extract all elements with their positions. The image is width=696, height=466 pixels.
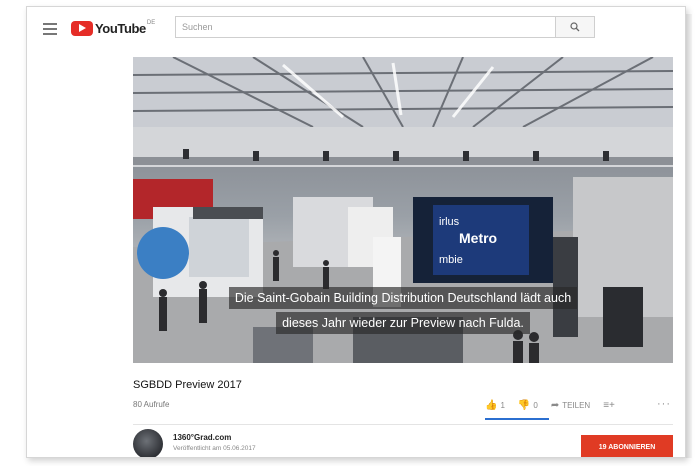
save-button[interactable]: ≡+ bbox=[603, 400, 618, 411]
like-ratio-fill bbox=[485, 418, 549, 420]
youtube-play-icon bbox=[71, 20, 93, 36]
channel-name[interactable]: 1360°Grad.com bbox=[173, 433, 231, 442]
subscribe-button[interactable]: 19 ABONNIEREN bbox=[581, 435, 673, 457]
video-actions: 👍 1 👎 0 ➦ TEILEN ≡+ bbox=[485, 400, 631, 411]
publish-date: Veröffentlicht am 05.06.2017 bbox=[173, 445, 256, 452]
share-button[interactable]: ➦ TEILEN bbox=[551, 400, 590, 411]
share-label: TEILEN bbox=[562, 401, 591, 410]
logo-region: DE bbox=[146, 20, 156, 26]
divider bbox=[133, 424, 673, 425]
scene-sign-line3: mbie bbox=[439, 254, 463, 266]
video-title: SGBDD Preview 2017 bbox=[133, 379, 242, 391]
like-button[interactable]: 👍 1 bbox=[485, 400, 505, 411]
channel-avatar[interactable] bbox=[133, 429, 163, 457]
scene-sign-line1: irlus bbox=[439, 216, 460, 228]
share-arrow-icon: ➦ bbox=[550, 400, 560, 411]
search-input[interactable] bbox=[175, 16, 555, 38]
caption-line-2: dieses Jahr wieder zur Preview nach Fuld… bbox=[276, 312, 530, 334]
browser-frame: YouTube DE Suchen irlus Metro mbie Die S… bbox=[26, 6, 686, 458]
dislike-button[interactable]: 👎 0 bbox=[518, 400, 538, 411]
add-to-playlist-icon: ≡+ bbox=[603, 400, 615, 411]
video-player[interactable]: irlus Metro mbie Die Saint-Gobain Buildi… bbox=[133, 57, 673, 363]
logo-text: YouTube bbox=[95, 20, 146, 36]
page-edge-shadow bbox=[686, 14, 692, 458]
like-count: 1 bbox=[500, 401, 505, 410]
view-count: 80 Aufrufe bbox=[133, 400, 170, 409]
caption-line-1: Die Saint-Gobain Building Distribution D… bbox=[228, 287, 578, 309]
search-button[interactable] bbox=[555, 16, 595, 38]
like-ratio-bar bbox=[485, 418, 549, 420]
search-bar bbox=[175, 16, 595, 38]
dislike-count: 0 bbox=[533, 401, 538, 410]
more-options-icon[interactable]: ··· bbox=[657, 398, 671, 410]
thumbs-down-icon: 👎 bbox=[517, 400, 531, 411]
video-caption: Die Saint-Gobain Building Distribution D… bbox=[133, 287, 673, 334]
thumbs-up-icon: 👍 bbox=[485, 400, 498, 411]
hamburger-menu-icon[interactable] bbox=[43, 23, 57, 35]
youtube-logo[interactable]: YouTube DE bbox=[71, 19, 155, 37]
search-icon bbox=[570, 22, 580, 32]
scene-sign-line2: Metro bbox=[459, 230, 497, 246]
